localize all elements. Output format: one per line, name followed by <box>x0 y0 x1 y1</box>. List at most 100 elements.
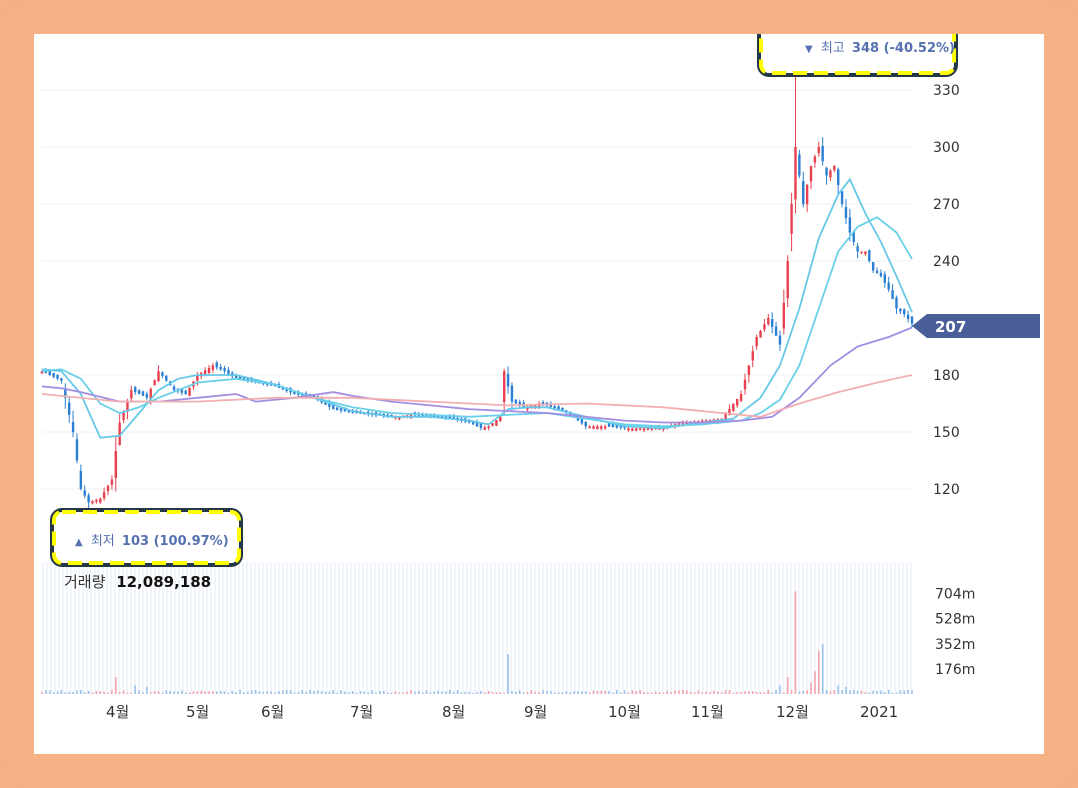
candle-body[interactable] <box>910 316 914 324</box>
candle-body[interactable] <box>553 406 556 409</box>
candle-body[interactable] <box>778 335 782 345</box>
candle-body[interactable] <box>79 470 83 489</box>
candle-body[interactable] <box>223 367 226 372</box>
candle-body[interactable] <box>875 270 879 274</box>
candle-body[interactable] <box>75 439 79 461</box>
candle-body[interactable] <box>215 362 218 368</box>
candle-body[interactable] <box>903 309 906 315</box>
candle-body[interactable] <box>770 319 774 327</box>
candle-body[interactable] <box>134 387 137 393</box>
candle-body[interactable] <box>833 166 836 171</box>
candle-body[interactable] <box>83 490 86 496</box>
candle-body[interactable] <box>157 371 160 382</box>
candle-body[interactable] <box>145 393 149 398</box>
candle-body[interactable] <box>495 419 498 426</box>
candle-body[interactable] <box>52 372 55 377</box>
candle-body[interactable] <box>584 421 587 427</box>
candle-body[interactable] <box>339 408 343 411</box>
candle-body[interactable] <box>219 366 222 370</box>
candle-body[interactable] <box>56 374 59 379</box>
candle-body[interactable] <box>592 426 595 429</box>
candle-body[interactable] <box>161 372 164 376</box>
candle-body[interactable] <box>891 290 894 299</box>
candle-body[interactable] <box>751 351 754 361</box>
low-annotation[interactable]: ▲ 최저 103 (100.97%) <box>50 508 243 567</box>
candle-body[interactable] <box>817 147 820 153</box>
candle-body[interactable] <box>840 191 844 204</box>
candle-body[interactable] <box>184 390 187 394</box>
candle-body[interactable] <box>48 371 51 375</box>
candle-body[interactable] <box>755 337 758 347</box>
high-annotation[interactable]: ▼ 최고 348 (-40.52%) <box>757 16 958 77</box>
candle-body[interactable] <box>207 367 211 374</box>
candle-body[interactable] <box>607 423 611 427</box>
candle-body[interactable] <box>603 426 607 429</box>
candle-body[interactable] <box>499 416 502 422</box>
candle-body[interactable] <box>805 185 809 205</box>
candle-body[interactable] <box>335 407 339 410</box>
candle-body[interactable] <box>600 426 603 429</box>
candle-body[interactable] <box>172 386 176 391</box>
candle-body[interactable] <box>502 371 506 403</box>
candle-body[interactable] <box>95 499 98 502</box>
candle-body[interactable] <box>188 387 191 396</box>
candle-body[interactable] <box>821 145 824 162</box>
candle-body[interactable] <box>739 394 743 402</box>
candle-body[interactable] <box>759 330 762 338</box>
candle-body[interactable] <box>782 302 786 329</box>
candle-body[interactable] <box>631 428 634 431</box>
candle-body[interactable] <box>774 326 778 336</box>
candle-body[interactable] <box>627 428 630 431</box>
current-price-tag[interactable]: 207 <box>912 314 1040 338</box>
candle-body[interactable] <box>829 170 832 178</box>
candle-body[interactable] <box>798 154 801 176</box>
candles[interactable] <box>40 55 914 522</box>
candle-body[interactable] <box>227 369 230 374</box>
candle-body[interactable] <box>786 261 789 299</box>
candle-body[interactable] <box>506 373 510 387</box>
candle-body[interactable] <box>887 282 890 290</box>
candle-body[interactable] <box>809 166 813 182</box>
candle-body[interactable] <box>899 308 902 312</box>
candle-body[interactable] <box>588 426 591 429</box>
candle-body[interactable] <box>153 380 156 386</box>
candle-body[interactable] <box>743 379 747 390</box>
candle-body[interactable] <box>864 251 867 255</box>
stock-chart[interactable]: 120 150 180 240 270 300 330 176m 352m 528m 704m 4… <box>34 16 1044 754</box>
candle-body[interactable] <box>856 246 859 252</box>
candle-body[interactable] <box>510 385 514 402</box>
candle-body[interactable] <box>91 501 94 504</box>
candle-body[interactable] <box>130 390 133 399</box>
candle-body[interactable] <box>479 423 483 429</box>
candle-body[interactable] <box>860 251 863 254</box>
candle-body[interactable] <box>203 370 207 375</box>
candle-body[interactable] <box>724 413 727 420</box>
candle-body[interactable] <box>747 365 751 376</box>
candle-body[interactable] <box>844 207 848 219</box>
candle-body[interactable] <box>557 406 560 410</box>
candle-body[interactable] <box>895 297 898 309</box>
candle-body[interactable] <box>141 391 145 396</box>
candle-body[interactable] <box>642 428 646 431</box>
candle-body[interactable] <box>635 428 638 431</box>
candle-body[interactable] <box>906 314 910 319</box>
candle-body[interactable] <box>879 272 883 277</box>
candle-body[interactable] <box>813 156 817 163</box>
candle-body[interactable] <box>596 426 599 429</box>
candle-body[interactable] <box>763 324 766 330</box>
candle-body[interactable] <box>837 169 840 185</box>
candle-body[interactable] <box>99 498 102 503</box>
candle-body[interactable] <box>102 492 106 499</box>
candle-body[interactable] <box>483 427 486 430</box>
candle-body[interactable] <box>110 479 114 485</box>
candle-body[interactable] <box>871 262 875 271</box>
candle-body[interactable] <box>883 274 887 283</box>
candle-body[interactable] <box>802 181 805 204</box>
candle-body[interactable] <box>736 398 739 406</box>
candle-body[interactable] <box>165 375 168 381</box>
candle-body[interactable] <box>71 422 75 432</box>
candle-body[interactable] <box>848 217 852 233</box>
candle-body[interactable] <box>211 365 215 370</box>
candle-body[interactable] <box>487 426 490 429</box>
candle-body[interactable] <box>825 167 828 176</box>
